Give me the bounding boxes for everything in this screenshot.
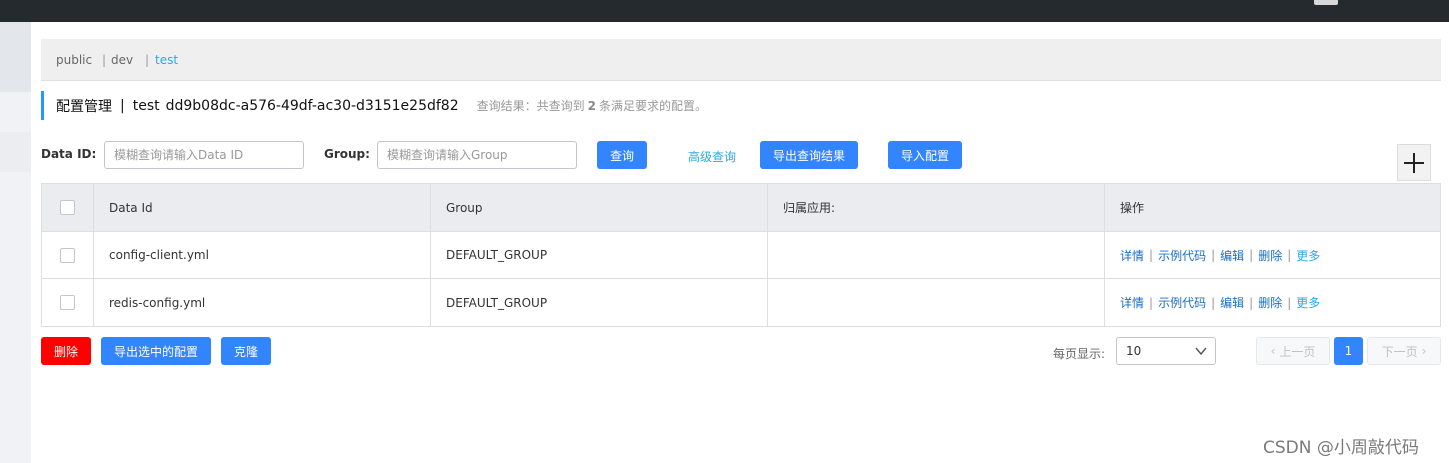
sidebar-block-active[interactable] bbox=[0, 132, 31, 172]
namespace-dev[interactable]: dev bbox=[111, 53, 133, 67]
op-separator: | bbox=[1149, 248, 1154, 262]
result-suffix: 条满足要求的配置。 bbox=[599, 99, 708, 113]
detail-link[interactable]: 详情 bbox=[1120, 247, 1144, 264]
result-prefix: 查询结果：共查询到 bbox=[476, 99, 585, 113]
cell-group: DEFAULT_GROUP bbox=[446, 295, 548, 310]
left-sidebar bbox=[0, 22, 31, 463]
sample-code-link[interactable]: 示例代码 bbox=[1158, 294, 1206, 311]
cell-app bbox=[767, 232, 1104, 278]
namespace-public[interactable]: public bbox=[56, 53, 92, 67]
clone-button[interactable]: 克隆 bbox=[221, 337, 271, 365]
title-namespace: test bbox=[132, 97, 160, 114]
import-config-button[interactable]: 导入配置 bbox=[888, 141, 962, 169]
cell-group: DEFAULT_GROUP bbox=[446, 248, 548, 262]
namespace-separator: | bbox=[145, 53, 150, 67]
query-result-summary: 查询结果：共查询到 2 条满足要求的配置。 bbox=[477, 97, 707, 114]
more-link[interactable]: 更多 bbox=[1296, 294, 1320, 311]
op-separator: | bbox=[1149, 295, 1154, 310]
page-title-text: 配置管理 bbox=[56, 98, 112, 115]
chevron-right-icon: › bbox=[1421, 344, 1427, 358]
cell-data-id: config-client.yml bbox=[109, 248, 209, 262]
sidebar-block bbox=[0, 22, 31, 92]
page-title: 配置管理 | test dd9b08dc-a576-49df-ac30-d315… bbox=[41, 91, 707, 120]
chevron-left-icon: ‹ bbox=[1270, 344, 1276, 358]
prev-page-button[interactable]: ‹ 上一页 bbox=[1256, 337, 1330, 365]
header-actions: 操作 bbox=[1120, 201, 1145, 215]
watermark: CSDN @小周敲代码 bbox=[1263, 438, 1419, 458]
detail-link[interactable]: 详情 bbox=[1120, 294, 1144, 311]
row-select-cell bbox=[42, 232, 93, 278]
edit-link[interactable]: 编辑 bbox=[1220, 247, 1244, 264]
group-input[interactable] bbox=[377, 141, 577, 169]
delete-button[interactable]: 删除 bbox=[41, 337, 91, 365]
data-id-input[interactable] bbox=[104, 141, 304, 169]
namespace-bar: public | dev | test bbox=[41, 39, 1441, 81]
advanced-query-link[interactable]: 高级查询 bbox=[688, 148, 736, 165]
header-group[interactable]: Group bbox=[430, 184, 767, 231]
sample-code-link[interactable]: 示例代码 bbox=[1158, 247, 1206, 264]
delete-link[interactable]: 删除 bbox=[1258, 294, 1282, 311]
add-config-button[interactable] bbox=[1397, 144, 1431, 181]
namespace-test[interactable]: test bbox=[155, 53, 178, 67]
delete-link[interactable]: 删除 bbox=[1258, 247, 1282, 264]
edit-link[interactable]: 编辑 bbox=[1220, 294, 1244, 311]
select-all-cell bbox=[42, 184, 93, 231]
prev-page-label: 上一页 bbox=[1279, 344, 1316, 359]
op-separator: | bbox=[1249, 248, 1254, 262]
row-select-cell bbox=[42, 279, 93, 326]
config-table: Data Id Group 归属应用: 操作 config-client.yml… bbox=[41, 183, 1441, 327]
op-separator: | bbox=[1287, 248, 1292, 262]
current-page-button[interactable]: 1 bbox=[1334, 337, 1363, 365]
export-results-button[interactable]: 导出查询结果 bbox=[760, 141, 858, 169]
op-separator: | bbox=[1287, 295, 1292, 310]
page-size-select[interactable]: 10 bbox=[1116, 337, 1216, 365]
result-count: 2 bbox=[587, 99, 596, 113]
user-menu-icon[interactable] bbox=[1314, 0, 1338, 5]
next-page-button[interactable]: 下一页 › bbox=[1367, 337, 1441, 365]
next-page-label: 下一页 bbox=[1381, 344, 1418, 359]
data-id-label: Data ID: bbox=[41, 147, 97, 161]
cell-actions: 详情 | 示例代码 | 编辑 | 删除 | 更多 bbox=[1104, 232, 1440, 278]
chevron-down-icon bbox=[1195, 347, 1207, 356]
title-separator: | bbox=[120, 97, 125, 114]
row-checkbox[interactable] bbox=[60, 295, 75, 310]
namespace-separator: | bbox=[102, 53, 107, 67]
row-checkbox[interactable] bbox=[60, 247, 75, 263]
group-label: Group: bbox=[324, 147, 370, 161]
cell-app bbox=[767, 279, 1104, 326]
op-separator: | bbox=[1211, 248, 1216, 262]
select-all-checkbox[interactable] bbox=[60, 200, 75, 215]
table-row: config-client.yml DEFAULT_GROUP 详情 | 示例代码 |… bbox=[42, 232, 1440, 279]
more-link[interactable]: 更多 bbox=[1296, 247, 1320, 264]
page-size-label: 每页显示: bbox=[1053, 347, 1106, 361]
top-navbar bbox=[0, 0, 1449, 22]
table-row: redis-config.yml DEFAULT_GROUP 详情 | 示例代码 | 编… bbox=[42, 279, 1440, 326]
op-separator: | bbox=[1211, 295, 1216, 310]
query-button[interactable]: 查询 bbox=[597, 141, 647, 169]
export-selected-button[interactable]: 导出选中的配置 bbox=[101, 337, 211, 365]
header-app[interactable]: 归属应用: bbox=[767, 184, 1104, 231]
cell-data-id: redis-config.yml bbox=[109, 295, 206, 310]
table-header: Data Id Group 归属应用: 操作 bbox=[42, 184, 1440, 232]
plus-icon bbox=[1404, 152, 1424, 173]
cell-actions: 详情 | 示例代码 | 编辑 | 删除 | 更多 bbox=[1104, 279, 1440, 326]
header-data-id[interactable]: Data Id bbox=[93, 184, 430, 231]
page-size-value: 10 bbox=[1126, 344, 1142, 358]
op-separator: | bbox=[1249, 295, 1254, 310]
title-namespace-id: dd9b08dc-a576-49df-ac30-d3151e25df82 bbox=[165, 97, 459, 114]
